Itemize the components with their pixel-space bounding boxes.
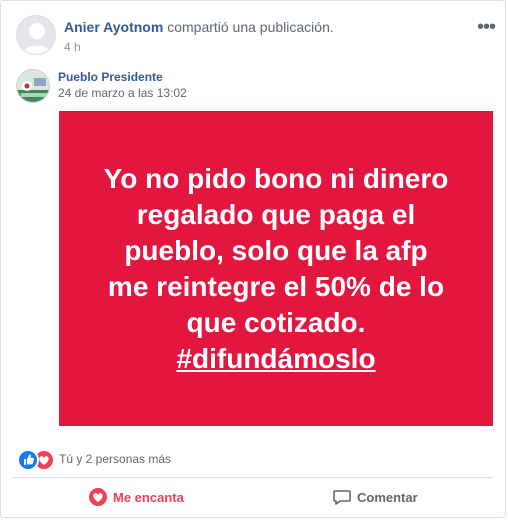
ellipsis-icon[interactable]: ••• [476, 17, 496, 37]
author-avatar[interactable] [16, 15, 56, 55]
post-header: Anier Ayotnom compartió una publicación.… [16, 15, 496, 59]
like-reaction-icon [17, 449, 39, 471]
post-line: que cotizado. [186, 306, 366, 338]
post-line: regalado que paga el [136, 198, 416, 230]
divider [13, 477, 493, 478]
hashtag-link[interactable]: #difundámoslo [176, 341, 375, 377]
post-line: me reintegre el 50% de lo [107, 270, 445, 302]
post-card: Anier Ayotnom compartió una publicación.… [0, 0, 506, 518]
page-name[interactable]: Pueblo Presidente [58, 70, 163, 84]
page-avatar[interactable] [16, 69, 50, 103]
love-button-label: Me encanta [113, 489, 184, 505]
comment-button-label: Comentar [357, 489, 418, 505]
shared-post-header: Pueblo Presidente 24 de marzo a las 13:0… [16, 69, 486, 103]
post-headline: Anier Ayotnom compartió una publicación. [64, 19, 334, 35]
text-post-background: Yo no pido bono ni dinero regalado que p… [59, 111, 493, 426]
post-line: pueblo, solo que la afp [124, 234, 428, 266]
page-logo-icon [17, 70, 49, 102]
post-timestamp[interactable]: 4 h [64, 40, 81, 54]
share-action-text: compartió una publicación. [167, 19, 334, 35]
comment-icon [333, 490, 351, 505]
default-user-icon [17, 16, 55, 54]
love-button[interactable]: Me encanta [89, 485, 184, 509]
comment-button[interactable]: Comentar [333, 485, 418, 509]
post-message: Yo no pido bono ni dinero regalado que p… [81, 161, 471, 341]
love-icon [89, 488, 107, 506]
author-name[interactable]: Anier Ayotnom [64, 19, 163, 35]
post-line: Yo no pido bono ni dinero [103, 162, 449, 194]
reaction-count-text[interactable]: Tú y 2 personas más [59, 452, 171, 466]
shared-post-date[interactable]: 24 de marzo a las 13:02 [58, 86, 187, 100]
reaction-summary[interactable]: Tú y 2 personas más [17, 449, 497, 471]
